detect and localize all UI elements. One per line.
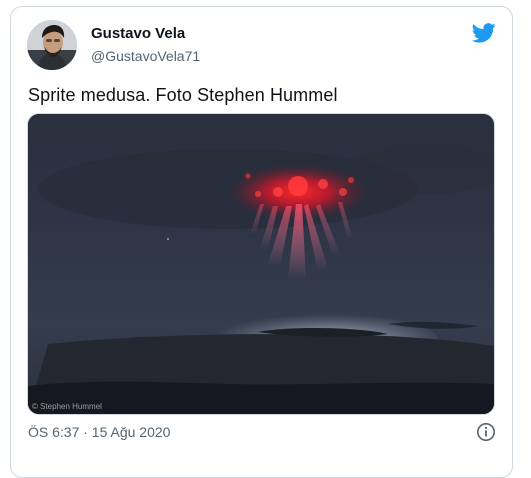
- author-name[interactable]: Gustavo Vela: [91, 25, 185, 43]
- avatar-image: [27, 20, 77, 70]
- author-handle[interactable]: @GustavoVela71: [91, 47, 200, 65]
- avatar[interactable]: [27, 20, 77, 70]
- tweet-photo[interactable]: © Stephen Hummel: [27, 113, 495, 415]
- twitter-bird-icon[interactable]: [471, 23, 496, 43]
- tweet-timestamp[interactable]: ÖS 6:37 · 15 Ağu 2020: [28, 423, 170, 441]
- info-icon[interactable]: [476, 422, 496, 442]
- tweet-card[interactable]: Gustavo Vela @GustavoVela71 Sprite medus…: [10, 6, 513, 478]
- tweet-text: Sprite medusa. Foto Stephen Hummel: [28, 85, 338, 105]
- photo-watermark: © Stephen Hummel: [32, 402, 102, 411]
- sprite-photo-image: [28, 114, 494, 414]
